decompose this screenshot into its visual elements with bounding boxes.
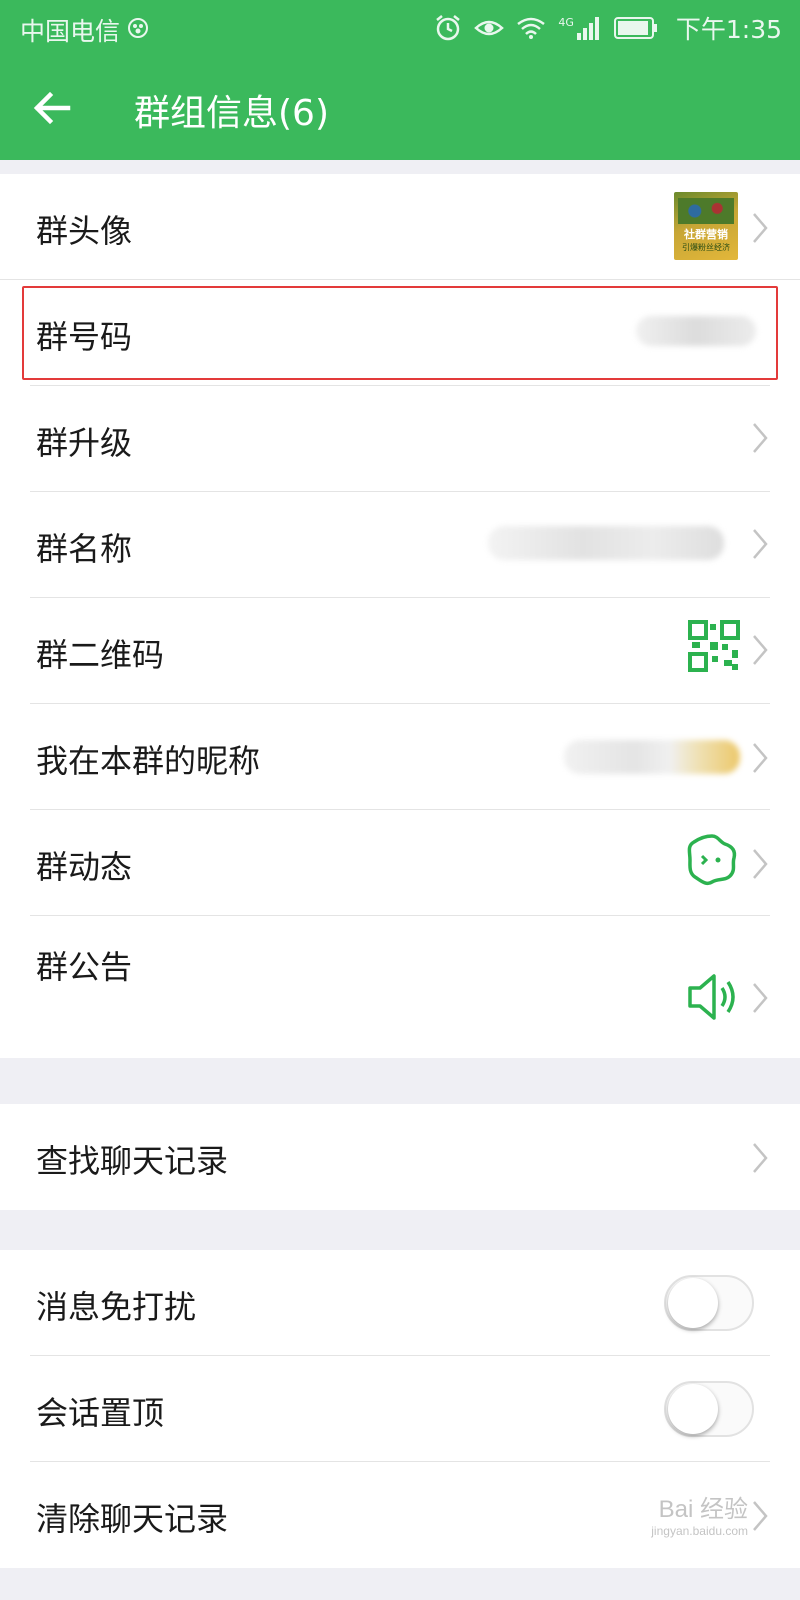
app-bar: 群组信息(6) — [0, 56, 800, 160]
watermark-url: jingyan.baidu.com — [651, 1524, 748, 1538]
group-upgrade-row[interactable]: 群升级 — [0, 386, 800, 492]
pin-row: 会话置顶 — [0, 1356, 800, 1462]
my-nickname-label: 我在本群的昵称 — [36, 742, 261, 780]
chevron-right-icon — [753, 213, 768, 243]
wifi-icon — [517, 17, 546, 39]
sparkle-face-icon — [687, 834, 737, 886]
search-chat-row[interactable]: 查找聊天记录 — [0, 1104, 800, 1210]
battery-icon — [613, 17, 657, 39]
group-upgrade-label: 群升级 — [36, 424, 133, 462]
highlight-frame — [22, 286, 778, 380]
group-avatar-label: 群头像 — [36, 212, 133, 250]
pin-label: 会话置顶 — [36, 1394, 165, 1432]
eye-icon — [474, 20, 505, 36]
group-announcement-label: 群公告 — [36, 948, 133, 986]
page-title: 群组信息(6) — [134, 93, 329, 134]
group-qr-row[interactable]: 群二维码 — [0, 598, 800, 704]
clock: 下午1:35 — [675, 15, 782, 44]
my-nickname-row[interactable]: 我在本群的昵称 — [0, 704, 800, 810]
pin-toggle[interactable] — [664, 1381, 754, 1437]
mute-row: 消息免打扰 — [0, 1250, 800, 1356]
chevron-right-icon — [753, 423, 768, 453]
back-arrow-icon[interactable] — [28, 84, 76, 132]
group-qr-label: 群二维码 — [36, 636, 165, 674]
network-type: 4G — [558, 15, 574, 29]
group-moments-label: 群动态 — [36, 848, 133, 886]
toggle-knob — [668, 1384, 718, 1434]
carrier-label: 中国电信 — [20, 17, 121, 46]
search-chat-label: 查找聊天记录 — [36, 1142, 229, 1180]
chevron-right-icon — [753, 635, 768, 665]
group-name-redacted — [488, 526, 724, 560]
settings-section: 消息免打扰 会话置顶 清除聊天记录 Bai 经验 jingyan.baidu.c… — [0, 1250, 800, 1568]
group-avatar-thumbnail[interactable]: 社群营销 引爆粉丝经济 — [674, 192, 738, 260]
chevron-right-icon — [753, 849, 768, 879]
mute-label: 消息免打扰 — [36, 1288, 197, 1326]
thumbnail-art — [678, 198, 734, 224]
speaker-icon — [688, 974, 735, 1020]
watermark-text: Bai 经验 — [658, 1496, 748, 1523]
signal-icon — [576, 17, 599, 40]
search-section: 查找聊天记录 — [0, 1104, 800, 1210]
group-name-label: 群名称 — [36, 530, 133, 568]
clear-history-row[interactable]: 清除聊天记录 Bai 经验 jingyan.baidu.com — [0, 1462, 800, 1568]
chevron-right-icon — [753, 743, 768, 773]
mute-toggle[interactable] — [664, 1275, 754, 1331]
thumbnail-subtitle: 引爆粉丝经济 — [682, 243, 730, 252]
thumbnail-title: 社群营销 — [684, 228, 728, 241]
paw-icon — [128, 18, 148, 38]
clear-history-label: 清除聊天记录 — [36, 1500, 229, 1538]
group-moments-row[interactable]: 群动态 — [0, 810, 800, 916]
chevron-right-icon — [753, 1501, 768, 1531]
alarm-icon — [436, 15, 461, 41]
qr-code-icon — [688, 620, 740, 672]
baidu-watermark: Bai 经验 jingyan.baidu.com — [651, 1489, 748, 1538]
status-icons: 4G 下午1:35 — [434, 10, 782, 46]
toggle-knob — [668, 1278, 718, 1328]
chevron-right-icon — [753, 529, 768, 559]
nickname-redacted — [564, 740, 740, 774]
status-bar: 中国电信 4G 下午1:35 — [0, 0, 800, 56]
group-announcement-row[interactable]: 群公告 — [0, 916, 800, 1058]
chevron-right-icon — [753, 983, 768, 1013]
chevron-right-icon — [753, 1143, 768, 1173]
group-name-row[interactable]: 群名称 — [0, 492, 800, 598]
group-avatar-row[interactable]: 群头像 社群营销 引爆粉丝经济 — [0, 174, 800, 280]
